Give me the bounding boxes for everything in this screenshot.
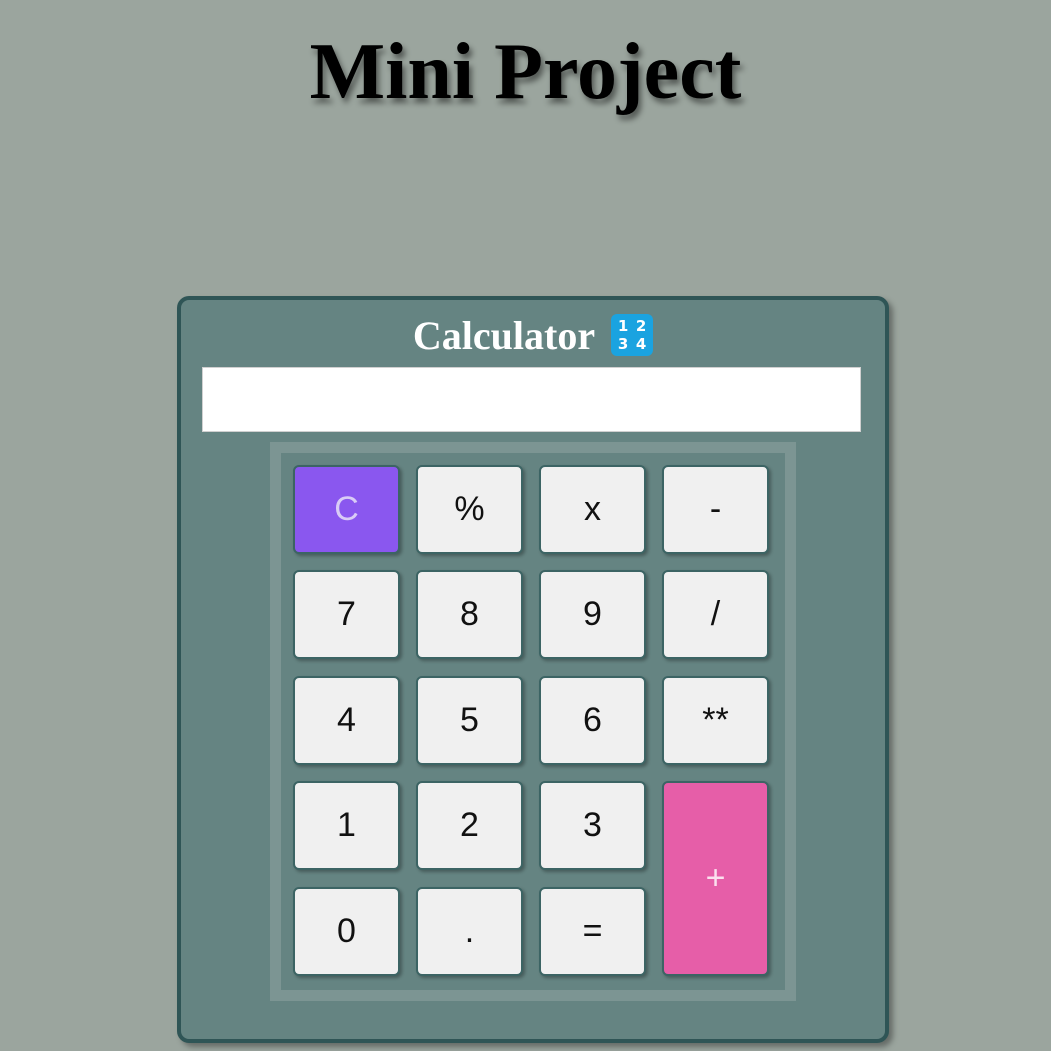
digit-7-button[interactable]: 7 xyxy=(293,570,400,659)
calculator-title: Calculator xyxy=(412,312,596,358)
digit-6-button[interactable]: 6 xyxy=(539,676,646,765)
calculator-panel: Calculator 1 2 3 4 C % x - 7 8 9 / 4 5 6… xyxy=(177,296,889,1043)
digit-3-button[interactable]: 3 xyxy=(539,781,646,870)
multiply-button[interactable]: x xyxy=(539,465,646,554)
digit-9-button[interactable]: 9 xyxy=(539,570,646,659)
digit-2-button[interactable]: 2 xyxy=(416,781,523,870)
power-button[interactable]: ** xyxy=(662,676,769,765)
percent-button[interactable]: % xyxy=(416,465,523,554)
digit-5-button[interactable]: 5 xyxy=(416,676,523,765)
subtract-button[interactable]: - xyxy=(662,465,769,554)
digit-8-button[interactable]: 8 xyxy=(416,570,523,659)
keypad-inner: C % x - 7 8 9 / 4 5 6 ** 1 2 3 + 0 . = xyxy=(281,453,785,990)
add-button[interactable]: + xyxy=(662,781,769,976)
decimal-button[interactable]: . xyxy=(416,887,523,976)
calculator-header: Calculator 1 2 3 4 xyxy=(181,310,885,360)
digit-1-button[interactable]: 1 xyxy=(293,781,400,870)
digit-0-button[interactable]: 0 xyxy=(293,887,400,976)
divide-button[interactable]: / xyxy=(662,570,769,659)
equals-button[interactable]: = xyxy=(539,887,646,976)
input-numbers-icon: 1 2 3 4 xyxy=(611,314,654,356)
digit-4-button[interactable]: 4 xyxy=(293,676,400,765)
calculator-display-input[interactable] xyxy=(202,367,861,432)
clear-button[interactable]: C xyxy=(293,465,400,554)
keypad: C % x - 7 8 9 / 4 5 6 ** 1 2 3 + 0 . = xyxy=(270,442,796,1001)
page-title: Mini Project xyxy=(309,28,742,116)
